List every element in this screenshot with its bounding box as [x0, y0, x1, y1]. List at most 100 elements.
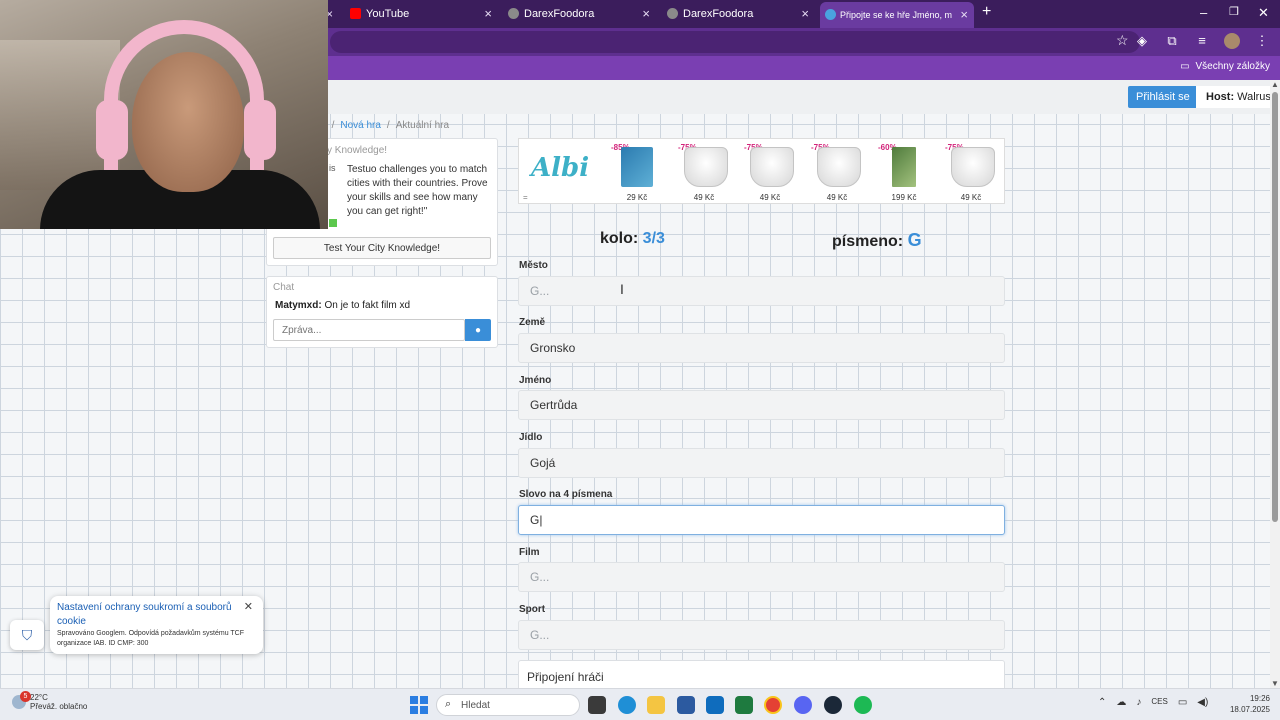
promo-title: y Knowledge! [327, 145, 388, 156]
promo-text: Testuo challenges you to match cities wi… [347, 164, 488, 217]
puzzle-icon[interactable]: ⧉ [1164, 33, 1180, 52]
login-button[interactable]: Přihlásit se [1128, 86, 1198, 108]
field-label-country: Země [519, 317, 546, 328]
tab-darexfoodora-2[interactable]: DarexFoodora × [665, 3, 815, 25]
onedrive-icon[interactable]: ☁ [1116, 697, 1126, 708]
menu-kebab-icon[interactable]: ⋮ [1254, 33, 1270, 52]
scroll-thumb[interactable] [1272, 92, 1278, 522]
windows-start-icon[interactable] [410, 696, 428, 714]
ad-product[interactable]: -75% 49 Kč [674, 141, 734, 203]
steam-icon[interactable] [824, 696, 842, 714]
volume-icon[interactable]: ◀) [1197, 697, 1208, 708]
field-label-four-letter-word: Slovo na 4 písmena [519, 489, 613, 500]
all-bookmarks-button[interactable]: ▭ Všechny záložky [1180, 61, 1270, 72]
taskbar-search[interactable]: ⌕ Hledat [436, 694, 580, 716]
ad-product[interactable]: -85% 29 Kč [607, 141, 667, 203]
profile-avatar[interactable] [1224, 33, 1240, 52]
field-label-name: Jméno [519, 375, 552, 386]
letter-label: písmeno: [832, 233, 904, 250]
extension-icon[interactable]: ◈ [1134, 33, 1150, 52]
file-explorer-icon[interactable] [647, 696, 665, 714]
edge-icon[interactable] [618, 696, 636, 714]
game-icon [825, 9, 836, 20]
round-value: 3/3 [642, 230, 665, 247]
four-letter-word-input[interactable] [518, 505, 1005, 535]
city-input[interactable] [518, 276, 1005, 306]
search-icon: ⌕ [445, 698, 452, 710]
field-label-film: Film [519, 547, 540, 558]
privacy-shield-icon[interactable]: ⛉ [10, 620, 44, 650]
display-icon[interactable]: ▭ [1178, 697, 1187, 708]
close-icon[interactable]: × [960, 7, 968, 22]
ad-product[interactable]: -60% 199 Kč [874, 141, 934, 203]
system-tray: ⌃ ☁ ♪ CES ▭ ◀) [1098, 697, 1208, 708]
ad-product[interactable]: -75% 49 Kč [740, 141, 800, 203]
breadcrumb-separator: / [386, 120, 390, 131]
close-icon[interactable]: × [484, 6, 492, 21]
tab-current-game[interactable]: Připojte se ke hře Jméno, město × [820, 2, 974, 28]
omnibox[interactable] [330, 31, 1140, 53]
product-price: 29 Kč [626, 193, 648, 202]
country-input[interactable] [518, 333, 1005, 363]
minimize-button[interactable]: – [1200, 5, 1207, 20]
breadcrumb-new-game[interactable]: Nová hra [340, 120, 381, 131]
bookmark-star-icon[interactable]: ☆ [1116, 32, 1129, 49]
tab-label: DarexFoodora [683, 8, 754, 20]
media-icon[interactable]: ≡ [1194, 33, 1210, 52]
name-input[interactable] [518, 390, 1005, 420]
cookie-title[interactable]: Nastavení ochrany soukromí a souborů coo… [57, 601, 237, 629]
outlook-icon[interactable] [706, 696, 724, 714]
breadcrumb: a / Nová hra / Aktuální hra [320, 120, 449, 131]
microphone-icon[interactable]: ♪ [1136, 697, 1141, 708]
connected-players-panel: Připojení hráči [518, 660, 1005, 688]
windows-taskbar: 22°C Převáž. oblačno 5 ⌕ Hledat ⌃ ☁ ♪ CE… [0, 688, 1280, 720]
ad-menu-icon[interactable]: = [523, 193, 528, 202]
tab-youtube[interactable]: YouTube × [348, 3, 498, 25]
albi-logo: Albi [531, 153, 590, 183]
task-view-icon[interactable] [588, 696, 606, 714]
chevron-up-icon[interactable]: ⌃ [1098, 697, 1106, 708]
store-icon[interactable] [677, 696, 695, 714]
scroll-down-icon[interactable]: ▼ [1271, 679, 1279, 688]
weather-temp: 22°C [30, 693, 48, 702]
food-input[interactable] [518, 448, 1005, 478]
ad-product[interactable]: -75% 49 Kč [807, 141, 867, 203]
close-icon[interactable]: ✕ [244, 600, 253, 613]
discord-icon[interactable] [794, 696, 812, 714]
product-image [892, 147, 916, 187]
scroll-up-icon[interactable]: ▲ [1271, 80, 1279, 89]
close-icon[interactable]: × [801, 6, 809, 21]
close-window-button[interactable]: ✕ [1258, 5, 1269, 21]
chat-message-input[interactable] [273, 319, 465, 341]
language-indicator[interactable]: CES [1151, 697, 1167, 708]
product-price: 49 Kč [759, 193, 781, 202]
test-city-knowledge-button[interactable]: Test Your City Knowledge! [273, 237, 491, 259]
restore-button[interactable]: ❐ [1229, 5, 1239, 18]
sport-input[interactable] [518, 620, 1005, 650]
cookie-consent-card[interactable]: Nastavení ochrany soukromí a souborů coo… [50, 596, 263, 654]
chat-send-button[interactable]: ● [465, 319, 491, 341]
app-icon[interactable] [735, 696, 753, 714]
new-tab-button[interactable]: + [982, 3, 991, 21]
chat-bubble-icon: ● [474, 324, 482, 336]
film-input[interactable] [518, 562, 1005, 592]
product-price: 199 Kč [891, 193, 917, 202]
field-label-city: Město [519, 260, 548, 271]
clock[interactable]: 19:26 18.07.2025 [1230, 693, 1270, 715]
product-image [621, 147, 653, 187]
tab-label: Připojte se ke hře Jméno, město [840, 10, 952, 20]
ad-banner[interactable]: Albi = -85% 29 Kč -75% 49 Kč -75% 49 Kč … [518, 138, 1005, 204]
tab-darexfoodora-1[interactable]: DarexFoodora × [506, 3, 656, 25]
chat-user: Matymxd: [275, 300, 322, 311]
tab-label: DarexFoodora [524, 8, 595, 20]
spotify-icon[interactable] [854, 696, 872, 714]
chrome-icon[interactable] [764, 696, 782, 714]
clock-time: 19:26 [1249, 694, 1270, 703]
headphones-band [104, 20, 264, 170]
webcam-overlay [0, 0, 328, 229]
page-scrollbar[interactable]: ▲ ▼ [1270, 80, 1280, 688]
status-dot [329, 219, 337, 227]
close-icon[interactable]: × [642, 6, 650, 21]
ad-product[interactable]: -75% 49 Kč [941, 141, 1001, 203]
field-label-sport: Sport [519, 604, 546, 615]
